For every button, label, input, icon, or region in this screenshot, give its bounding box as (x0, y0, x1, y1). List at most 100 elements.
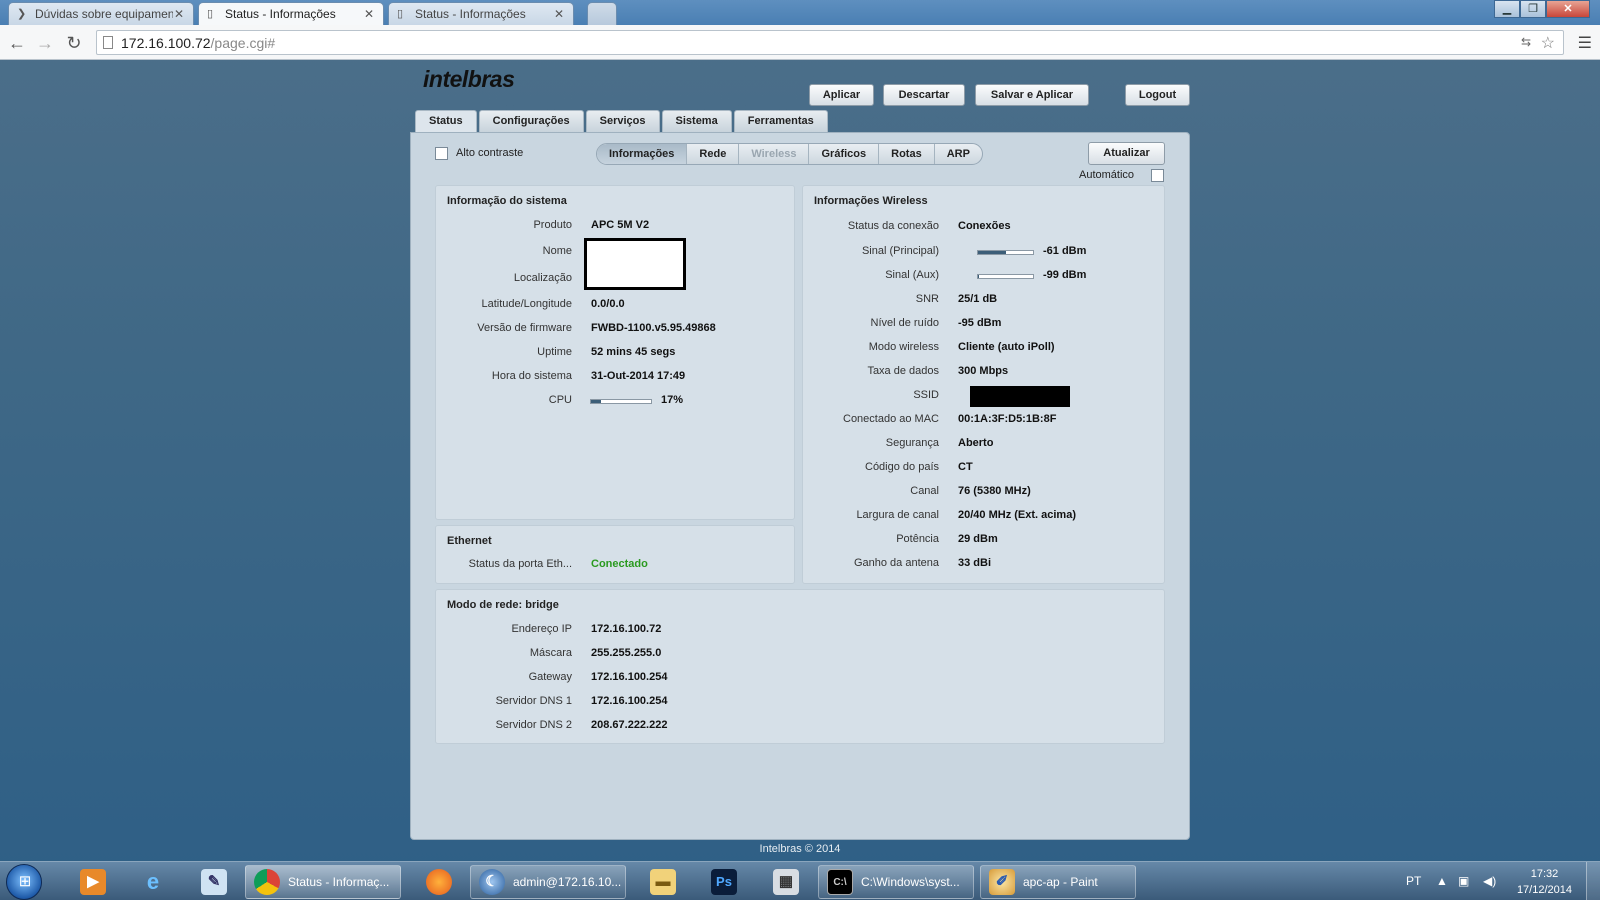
tab-status[interactable]: Status (415, 110, 477, 133)
row-signal-aux: Sinal (Aux) -99 dBm (803, 269, 1164, 285)
taskbar-item-label: apc-ap - Paint (1023, 875, 1098, 889)
reload-icon[interactable]: ↻ (63, 32, 85, 54)
row-signal-main: Sinal (Principal) -61 dBm (803, 245, 1164, 261)
address-bar[interactable]: 172.16.100.72/page.cgi# ⇆ ☆ (96, 30, 1564, 55)
subtab-arp[interactable]: ARP (935, 144, 982, 164)
browser-tab-status-active[interactable]: ▯ Status - Informações ✕ (198, 2, 384, 25)
browser-tab-duvidas[interactable]: ❯ Dúvidas sobre equipamen ✕ (8, 2, 194, 25)
logout-button[interactable]: Logout (1125, 84, 1190, 106)
restore-icon[interactable]: ❐ (1520, 0, 1546, 18)
close-icon[interactable]: ✕ (173, 7, 185, 21)
signal-main-fill (978, 251, 1006, 254)
row-antenna-gain: Ganho da antena 33 dBi (803, 557, 1164, 573)
forward-arrow-icon[interactable]: → (34, 32, 56, 54)
clock-date: 17/12/2014 (1516, 884, 1572, 896)
browser-menu-icon[interactable]: ☰ (1578, 33, 1592, 53)
signal-main-bar (977, 250, 1034, 255)
bookmark-star-icon[interactable]: ☆ (1541, 33, 1555, 53)
photoshop-icon: Ps (711, 869, 737, 895)
value-dns1: 172.16.100.254 (591, 695, 668, 707)
system-clock[interactable]: 17:32 17/12/2014 (1517, 866, 1572, 898)
minimize-icon[interactable]: ▁ (1494, 0, 1520, 18)
tab-servicos[interactable]: Serviços (585, 110, 660, 132)
chevron-icon: ❯ (17, 8, 27, 20)
label-wireless-mode: Modo wireless (868, 341, 939, 353)
wireless-info-box: Informações Wireless Status da conexão C… (802, 185, 1165, 584)
system-info-title: Informação do sistema (447, 195, 567, 207)
explorer-launcher[interactable]: ▬ (642, 865, 684, 899)
taskbar-item-label: admin@172.16.10... (513, 875, 622, 889)
tab-configuracoes[interactable]: Configurações (478, 110, 584, 132)
folder-icon: ▬ (650, 869, 676, 895)
taskbar-paint-window[interactable]: ✐ apc-ap - Paint (980, 865, 1136, 899)
row-uptime: Uptime 52 mins 45 segs (436, 346, 794, 362)
photoshop-launcher[interactable]: Ps (703, 865, 745, 899)
label-uptime: Uptime (537, 346, 572, 358)
windows-logo-icon: ⊞ (18, 873, 32, 890)
row-noise: Nível de ruído -95 dBm (803, 317, 1164, 333)
taskbar-cmd-window[interactable]: C:\ C:\Windows\syst... (818, 865, 974, 899)
translate-icon[interactable]: ⇆ (1521, 35, 1531, 49)
taskbar-chrome-window[interactable]: Status - Informaç... (245, 865, 401, 899)
row-data-rate: Taxa de dados 300 Mbps (803, 365, 1164, 381)
status-sub-tabs: Informações Rede Wireless Gráficos Rotas… (596, 143, 983, 165)
tab-ferramentas[interactable]: Ferramentas (733, 110, 828, 132)
network-mode-title: Modo de rede: bridge (447, 599, 559, 611)
new-tab-button[interactable] (587, 2, 617, 25)
label-ssid: SSID (913, 389, 939, 401)
page-icon: ▯ (207, 8, 214, 20)
row-wireless-mode: Modo wireless Cliente (auto iPoll) (803, 341, 1164, 357)
apply-button[interactable]: Aplicar (809, 84, 874, 106)
value-wireless-mode: Cliente (auto iPoll) (958, 341, 1055, 353)
subtab-graficos[interactable]: Gráficos (809, 144, 880, 164)
refresh-button[interactable]: Atualizar (1088, 142, 1165, 165)
label-cpu: CPU (548, 394, 572, 406)
firefox-launcher[interactable] (418, 865, 460, 899)
wireless-info-title: Informações Wireless (814, 195, 928, 207)
auto-refresh-checkbox[interactable] (1151, 169, 1164, 182)
calculator-icon: ▦ (773, 869, 799, 895)
close-icon[interactable]: ✕ (553, 7, 565, 21)
notepad-launcher[interactable]: ✎ (193, 865, 235, 899)
high-contrast-checkbox[interactable] (435, 147, 448, 160)
subtab-rotas[interactable]: Rotas (879, 144, 935, 164)
subtab-rede[interactable]: Rede (687, 144, 740, 164)
language-indicator[interactable]: PT (1406, 862, 1421, 900)
volume-icon[interactable]: ◀) (1483, 862, 1496, 900)
close-icon[interactable]: ✕ (363, 7, 375, 21)
row-cpu: CPU 17% (436, 394, 794, 410)
browser-tab-label: Status - Informações (225, 7, 336, 21)
value-system-time: 31-Out-2014 17:49 (591, 370, 686, 382)
taskbar-terminal-window[interactable]: ☾ admin@172.16.10... (470, 865, 626, 899)
calculator-launcher[interactable]: ▦ (765, 865, 807, 899)
ethernet-title: Ethernet (447, 535, 492, 547)
notepad-icon: ✎ (201, 869, 227, 895)
internet-explorer-launcher[interactable]: e (132, 865, 174, 899)
back-arrow-icon[interactable]: ← (6, 32, 28, 54)
browser-tab-status[interactable]: ▯ Status - Informações ✕ (388, 2, 574, 25)
show-hidden-icons-icon[interactable]: ▲ (1436, 862, 1448, 900)
browser-tab-label: Status - Informações (415, 7, 526, 21)
row-ip-address: Endereço IP 172.16.100.72 (436, 623, 1164, 639)
discard-button[interactable]: Descartar (883, 84, 965, 106)
label-produto: Produto (533, 219, 572, 231)
value-netmask: 255.255.255.0 (591, 647, 662, 659)
value-latlong: 0.0/0.0 (591, 298, 625, 310)
start-button[interactable]: ⊞ (6, 864, 42, 900)
media-player-launcher[interactable]: ▶ (72, 865, 114, 899)
browser-tabstrip: ❯ Dúvidas sobre equipamen ✕ ▯ Status - I… (0, 0, 1600, 25)
row-firmware: Versão de firmware FWBD-1100.v5.95.49868 (436, 322, 794, 338)
show-desktop-button[interactable] (1586, 862, 1600, 900)
ethernet-box: Ethernet Status da porta Eth... Conectad… (435, 525, 795, 584)
value-cpu: 17% (661, 394, 684, 406)
system-info-box: Informação do sistema Produto APC 5M V2 … (435, 185, 795, 520)
signal-aux-fill (978, 275, 980, 278)
high-contrast-label: Alto contraste (456, 147, 524, 159)
network-icon[interactable]: ▣ (1458, 862, 1469, 900)
page-icon (103, 36, 113, 49)
url-host: 172.16.100.72 (121, 35, 211, 51)
subtab-informacoes[interactable]: Informações (597, 144, 688, 164)
tab-sistema[interactable]: Sistema (661, 110, 732, 132)
save-apply-button[interactable]: Salvar e Aplicar (975, 84, 1089, 106)
close-window-icon[interactable]: ✕ (1546, 0, 1590, 18)
